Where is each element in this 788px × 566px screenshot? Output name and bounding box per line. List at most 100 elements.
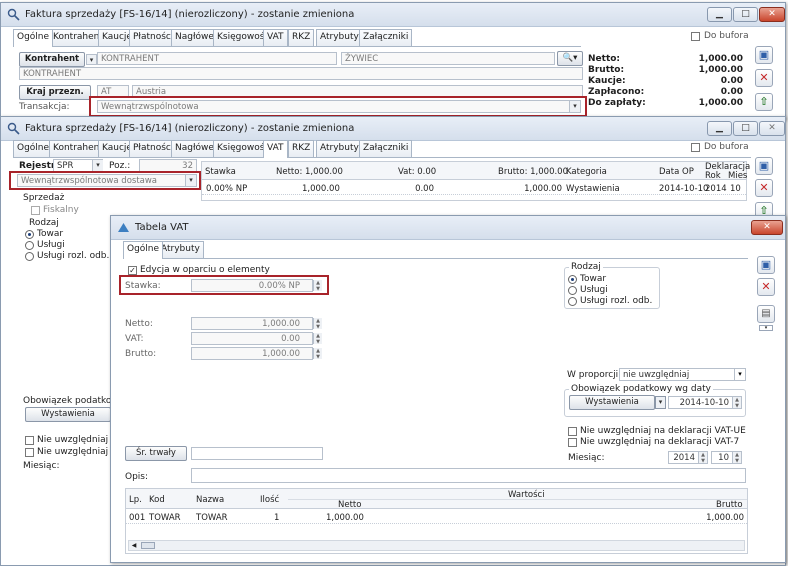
rejestr-dropdown[interactable]: ▾ [92, 160, 103, 171]
tab-zalaczniki[interactable]: Załączniki [359, 29, 413, 46]
rodzaj-uslugi-radio[interactable] [25, 241, 34, 250]
save-button[interactable]: ▣ [757, 256, 775, 274]
grid-header-netto[interactable]: Netto: 1,000.00 [276, 167, 343, 177]
rodzaj-uslugi-radio[interactable] [568, 286, 577, 295]
grid-header-rok[interactable]: Rok [705, 171, 721, 181]
rodzaj-uslugi-rozl-radio[interactable] [568, 297, 577, 306]
grid-header-stawka[interactable]: Stawka [205, 167, 236, 177]
export-button[interactable]: ⇧ [755, 93, 773, 111]
scroll-left-arrow[interactable]: ◀ [129, 541, 139, 550]
grid-header-netto[interactable]: Netto [338, 500, 361, 510]
print-button[interactable]: ▤ [757, 305, 775, 323]
transakcja-label: Transakcja: [19, 102, 70, 112]
netto-spinner[interactable]: ▲ ▼ [313, 318, 322, 330]
brutto-spinner[interactable]: ▲ ▼ [313, 348, 322, 360]
tab-rkz[interactable]: RKZ [288, 29, 315, 46]
do-bufora-checkbox[interactable] [691, 32, 700, 41]
minimize-button[interactable]: ▁ [707, 121, 732, 136]
nie-uwzgl-2-checkbox[interactable] [25, 448, 34, 457]
rodzaj-towar-radio[interactable] [568, 275, 577, 284]
wystawienia-button[interactable]: Wystawienia [25, 407, 111, 422]
rodzaj-uslugi-rozl-radio[interactable] [25, 252, 34, 261]
do-bufora-checkbox[interactable] [691, 143, 700, 152]
maximize-button[interactable]: □ [733, 121, 758, 136]
kraj-button[interactable]: Kraj przezn. [19, 85, 91, 100]
kontrahent-dropdown[interactable]: ▾ [86, 54, 97, 65]
opis-field[interactable] [191, 468, 746, 483]
kontrahent-button[interactable]: Kontrahent [19, 52, 85, 67]
tab-rkz[interactable]: RKZ [288, 140, 315, 157]
table-row[interactable]: 0.00% NP 1,000.00 0.00 1,000.00 Wystawie… [202, 181, 746, 195]
cancel-button[interactable]: ✕ [755, 179, 773, 197]
nie-uwzgl-ue-checkbox[interactable] [568, 427, 577, 436]
minimize-button[interactable]: ▁ [707, 7, 732, 22]
kontrahent-name-field[interactable]: KONTRAHENT [19, 67, 583, 80]
sprzedaz-label: Sprzedaż [23, 193, 65, 203]
miesiac-mies-spinner[interactable]: ▲ ▼ [732, 452, 741, 464]
wystawienia-dropdown[interactable]: ▾ [655, 396, 666, 409]
invoice-window-back: Faktura sprzedaży [FS-16/14] (nierozlicz… [0, 2, 786, 120]
vat-field[interactable]: 0.00 [191, 332, 313, 345]
grid-header-nazwa[interactable]: Nazwa [196, 495, 224, 505]
nie-uwzgl-7-checkbox[interactable] [568, 438, 577, 447]
grid-header-ilosc[interactable]: Ilość [260, 495, 279, 505]
maximize-button[interactable]: □ [733, 7, 758, 22]
table-row[interactable]: 001 TOWAR TOWAR 1 1,000.00 1,000.00 [126, 510, 747, 524]
horizontal-scrollbar[interactable]: ◀ [128, 540, 745, 551]
grid-header-kategoria[interactable]: Kategoria [566, 167, 607, 177]
grid-header-lp[interactable]: Lp. [129, 495, 142, 505]
tab-atrybuty[interactable]: Atrybuty [157, 241, 204, 258]
brutto-total-value: 1,000.00 [698, 65, 743, 75]
row-data-op: 2014-10-10 [659, 184, 709, 194]
app-triangle-icon [118, 223, 129, 232]
tab-ogolne[interactable]: Ogólne [123, 241, 164, 259]
save-button[interactable]: ▣ [755, 46, 773, 64]
save-button[interactable]: ▣ [755, 157, 773, 175]
grid-header-vat[interactable]: Vat: 0.00 [398, 167, 436, 177]
row-ilosc: 1 [274, 513, 280, 523]
tab-vat[interactable]: VAT [263, 140, 288, 158]
tab-vat[interactable]: VAT [263, 29, 288, 46]
tab-atrybuty[interactable]: Atrybuty [316, 140, 363, 157]
edycja-checkbox[interactable]: ✓ [128, 266, 137, 275]
scroll-thumb[interactable] [141, 542, 155, 549]
netto-field[interactable]: 1,000.00 [191, 317, 313, 330]
grid-header-data-op[interactable]: Data OP [659, 167, 694, 177]
tab-ogolne[interactable]: Ogólne [13, 29, 54, 47]
grid-header-kod[interactable]: Kod [149, 495, 165, 505]
kontrahent-city-field[interactable]: ŻYWIEC [341, 52, 555, 65]
brutto-field[interactable]: 1,000.00 [191, 347, 313, 360]
row-brutto: 1,000.00 [524, 184, 562, 194]
search-button[interactable]: 🔍▾ [557, 51, 583, 66]
grid-header-mies[interactable]: Mies [728, 171, 747, 181]
rodzaj-towar-label: Towar [580, 274, 607, 284]
sr-trwaly-field[interactable] [191, 447, 323, 460]
cancel-button[interactable]: ✕ [755, 69, 773, 87]
grid-header-brutto[interactable]: Brutto [716, 500, 743, 510]
rodzaj-towar-radio[interactable] [25, 230, 34, 239]
w-proporcji-dropdown[interactable]: ▾ [734, 369, 745, 380]
miesiac-rok-spinner[interactable]: ▲ ▼ [698, 452, 707, 464]
nie-uwzgl-1-checkbox[interactable] [25, 436, 34, 445]
print-dropdown-button[interactable]: ▾ [759, 325, 773, 331]
cancel-button[interactable]: ✕ [757, 278, 775, 296]
obowiazek-date-spinner[interactable]: ▲ ▼ [732, 397, 741, 409]
tab-zalaczniki[interactable]: Załączniki [359, 140, 413, 157]
tab-ogolne[interactable]: Ogólne [13, 140, 54, 157]
close-button[interactable]: ✕ [751, 220, 783, 235]
tab-atrybuty[interactable]: Atrybuty [316, 29, 363, 46]
close-button-disabled[interactable]: ✕ [759, 121, 785, 136]
close-button[interactable]: ✕ [759, 7, 785, 22]
vat-spinner[interactable]: ▲ ▼ [313, 333, 322, 345]
sr-trwaly-button[interactable]: Śr. trwały [125, 446, 187, 461]
do-zaplaty-value: 1,000.00 [698, 98, 743, 108]
rodzaj-uslugi-rozl-label: Usługi rozl. odb. [580, 296, 653, 306]
search-document-icon [7, 122, 20, 135]
obowiazek-date-field[interactable]: 2014-10-10 [668, 396, 742, 409]
wystawienia-button[interactable]: Wystawienia [569, 395, 655, 410]
w-proporcji-select[interactable]: nie uwzględniaj [619, 368, 746, 381]
kontrahent-code-field[interactable]: KONTRAHENT [97, 52, 337, 65]
grid-header-brutto[interactable]: Brutto: 1,000.00 [498, 167, 568, 177]
obowiazek-label: Obowiązek podatkowy wg daty [569, 384, 713, 394]
fiskalny-checkbox[interactable] [31, 206, 40, 215]
